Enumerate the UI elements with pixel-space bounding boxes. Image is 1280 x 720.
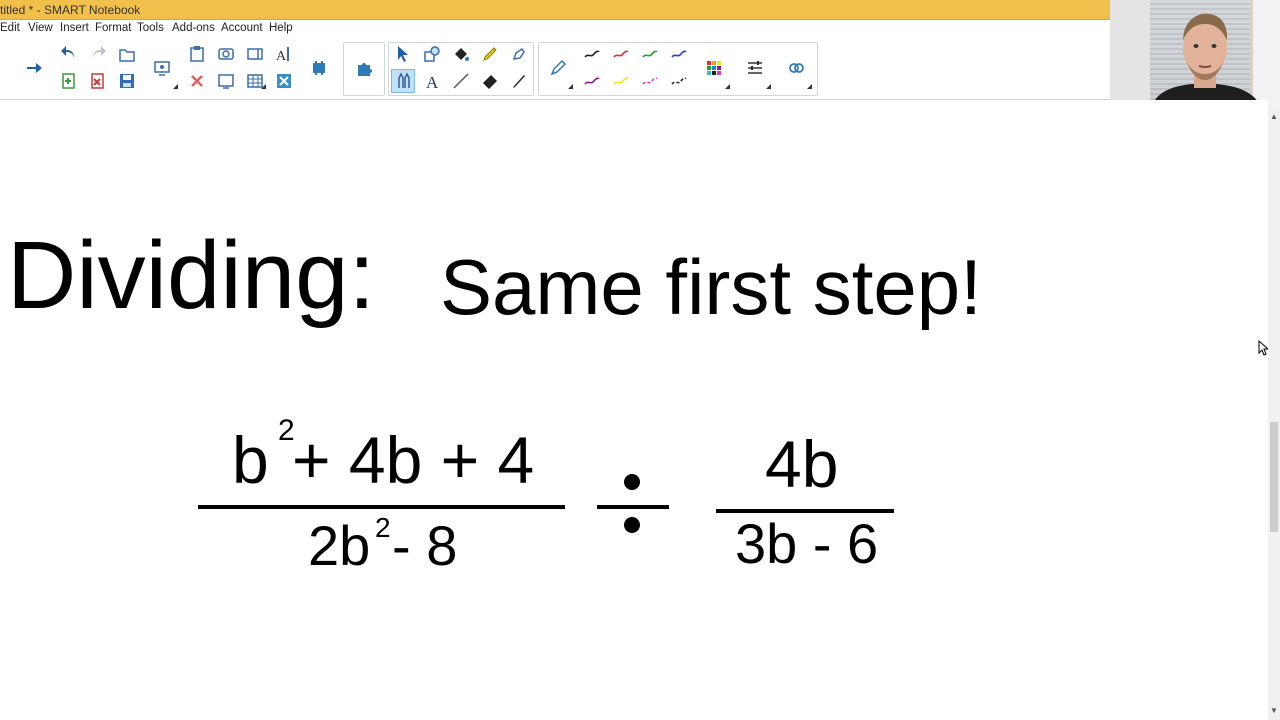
pen-yellow-icon[interactable] xyxy=(609,69,633,93)
pen-type-icon[interactable] xyxy=(546,56,570,80)
delete-icon[interactable] xyxy=(185,69,209,93)
left-fraction-bar xyxy=(198,505,565,509)
highlighter-icon[interactable] xyxy=(478,42,502,66)
full-screen-icon[interactable] xyxy=(214,69,238,93)
main-toolbar: A A xyxy=(0,38,1110,100)
text-icon[interactable]: A xyxy=(420,69,444,93)
menu-insert[interactable]: Insert xyxy=(60,22,89,34)
scroll-down-arrow-icon[interactable]: ▼ xyxy=(1270,706,1278,715)
delete-page-icon[interactable] xyxy=(86,69,110,93)
pen-icon[interactable] xyxy=(391,69,415,93)
division-bar xyxy=(597,505,669,509)
window-title: titled * - SMART Notebook xyxy=(0,3,141,17)
slide-subheading[interactable]: Same first step! xyxy=(440,248,982,326)
pen-blue-icon[interactable] xyxy=(667,42,691,66)
select-icon[interactable] xyxy=(391,42,415,66)
mouse-cursor-icon xyxy=(1258,340,1268,356)
pen-type-menu-corner[interactable] xyxy=(568,84,573,89)
table-icon[interactable] xyxy=(243,69,267,93)
left-denominator-rest[interactable]: - 8 xyxy=(392,518,457,574)
pen-green-icon[interactable] xyxy=(638,42,662,66)
screen-capture-icon[interactable] xyxy=(214,42,238,66)
effects-icon[interactable] xyxy=(784,56,808,80)
display-menu-corner[interactable] xyxy=(173,84,178,89)
webcam-overlay xyxy=(1110,0,1280,110)
menu-addons[interactable]: Add-ons xyxy=(172,22,215,34)
eraser-icon[interactable] xyxy=(478,69,502,93)
forward-arrow-icon[interactable] xyxy=(22,56,46,80)
line-style-menu-corner[interactable] xyxy=(766,84,771,89)
scroll-thumb[interactable] xyxy=(1270,422,1278,532)
slide-heading[interactable]: Dividing: xyxy=(7,228,375,324)
division-bottom-dot xyxy=(624,517,640,533)
line-icon[interactable] xyxy=(449,69,473,93)
menu-view[interactable]: View xyxy=(28,22,53,34)
handwriting-recognition-icon[interactable]: A xyxy=(272,42,296,66)
add-ons-icon[interactable] xyxy=(307,56,331,80)
title-bar: titled * - SMART Notebook xyxy=(0,0,1110,20)
left-numerator-rest[interactable]: + 4b + 4 xyxy=(292,427,534,493)
screen-shade-icon[interactable] xyxy=(243,42,267,66)
color-menu-corner[interactable] xyxy=(725,84,730,89)
vertical-scrollbar[interactable]: ▲ ▼ xyxy=(1268,110,1280,720)
open-file-icon[interactable] xyxy=(115,42,139,66)
save-icon[interactable] xyxy=(115,69,139,93)
menu-edit[interactable]: Edit xyxy=(0,22,20,34)
undo-icon[interactable] xyxy=(57,42,81,66)
shapes-icon[interactable] xyxy=(420,42,444,66)
division-top-dot xyxy=(624,474,640,490)
add-page-icon[interactable] xyxy=(57,69,81,93)
puzzle-icon[interactable] xyxy=(352,56,376,80)
pen-black-icon[interactable] xyxy=(580,42,604,66)
line-style-icon[interactable] xyxy=(743,56,767,80)
scroll-up-arrow-icon[interactable]: ▲ xyxy=(1270,112,1278,121)
pen-pink-dashed-icon[interactable] xyxy=(638,69,662,93)
pen-purple-icon[interactable] xyxy=(580,69,604,93)
menu-account[interactable]: Account xyxy=(221,22,263,34)
magic-pen-icon[interactable] xyxy=(507,42,531,66)
svg-text:A: A xyxy=(276,49,287,64)
pen-black-dashed-icon[interactable] xyxy=(667,69,691,93)
svg-text:A: A xyxy=(426,73,439,91)
menu-format[interactable]: Format xyxy=(95,22,131,34)
notebook-canvas[interactable]: Dividing: Same first step! b 2 + 4b + 4 … xyxy=(0,100,1268,720)
creative-pen-icon[interactable] xyxy=(507,69,531,93)
color-palette-icon[interactable] xyxy=(702,56,726,80)
properties-icon[interactable] xyxy=(272,69,296,93)
left-denominator-lead[interactable]: 2b xyxy=(308,518,370,574)
right-numerator[interactable]: 4b xyxy=(765,431,838,497)
table-menu-corner[interactable] xyxy=(261,84,266,89)
pen-red-icon[interactable] xyxy=(609,42,633,66)
effects-menu-corner[interactable] xyxy=(807,84,812,89)
menu-help[interactable]: Help xyxy=(269,22,293,34)
right-denominator[interactable]: 3b - 6 xyxy=(735,516,878,572)
paste-icon[interactable] xyxy=(185,42,209,66)
menu-bar: Edit View Insert Format Tools Add-ons Ac… xyxy=(0,20,1110,38)
fill-icon[interactable] xyxy=(449,42,473,66)
left-numerator-b[interactable]: b xyxy=(232,427,269,493)
left-denominator-exponent[interactable]: 2 xyxy=(375,514,391,542)
redo-icon[interactable] xyxy=(86,42,110,66)
presenter-image xyxy=(1150,13,1262,110)
menu-tools[interactable]: Tools xyxy=(137,22,164,34)
display-icon[interactable] xyxy=(150,56,174,80)
